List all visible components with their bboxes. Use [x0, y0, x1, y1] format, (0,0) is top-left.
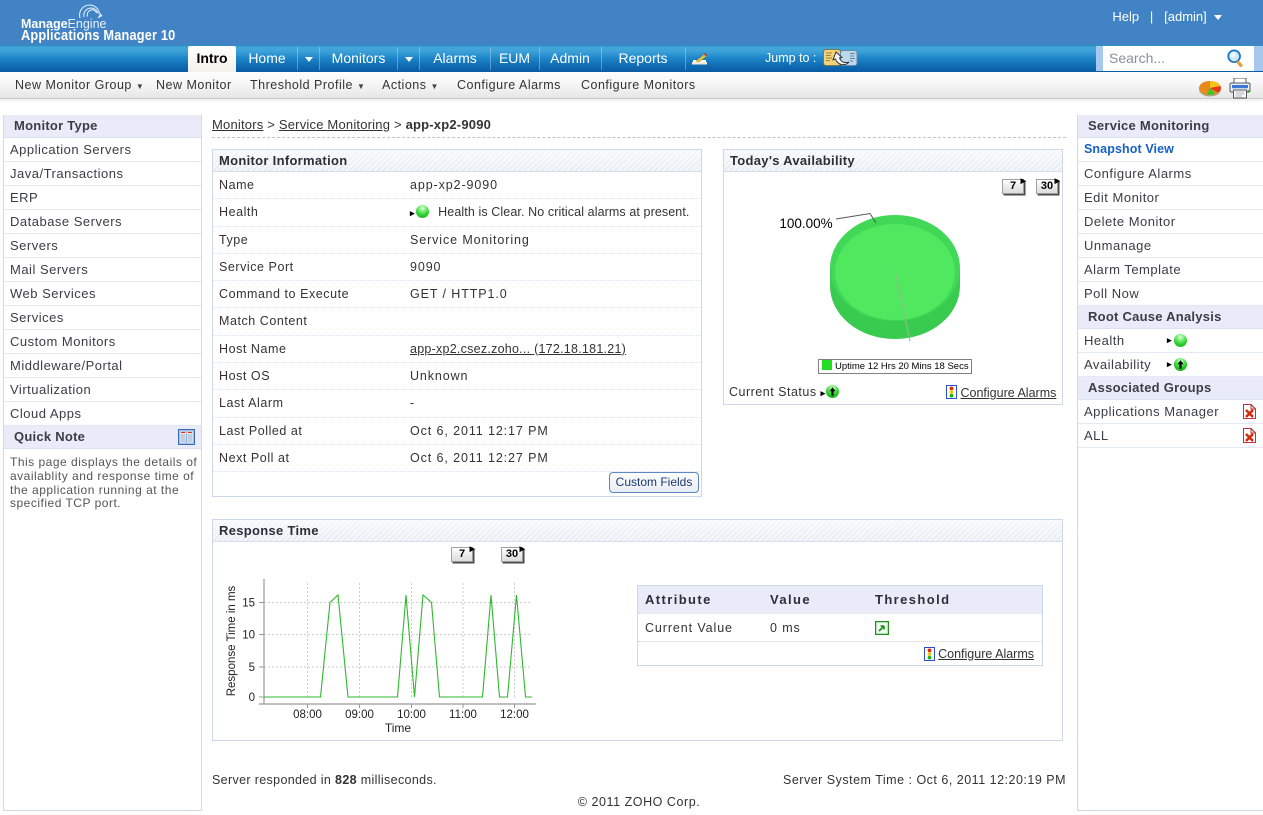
svg-text:5: 5	[249, 662, 255, 674]
svg-text:08:00: 08:00	[293, 709, 322, 721]
svg-text:10: 10	[242, 630, 255, 642]
svg-text:0: 0	[249, 692, 255, 704]
svg-text:Time: Time	[385, 721, 412, 735]
svg-text:09:00: 09:00	[345, 709, 374, 721]
svg-text:10:00: 10:00	[397, 709, 426, 721]
svg-text:15: 15	[242, 598, 255, 610]
svg-text:Response Time in ms: Response Time in ms	[226, 585, 238, 696]
svg-text:12:00: 12:00	[500, 709, 529, 721]
svg-text:11:00: 11:00	[449, 709, 477, 721]
svg-text:100.00%: 100.00%	[779, 216, 832, 231]
